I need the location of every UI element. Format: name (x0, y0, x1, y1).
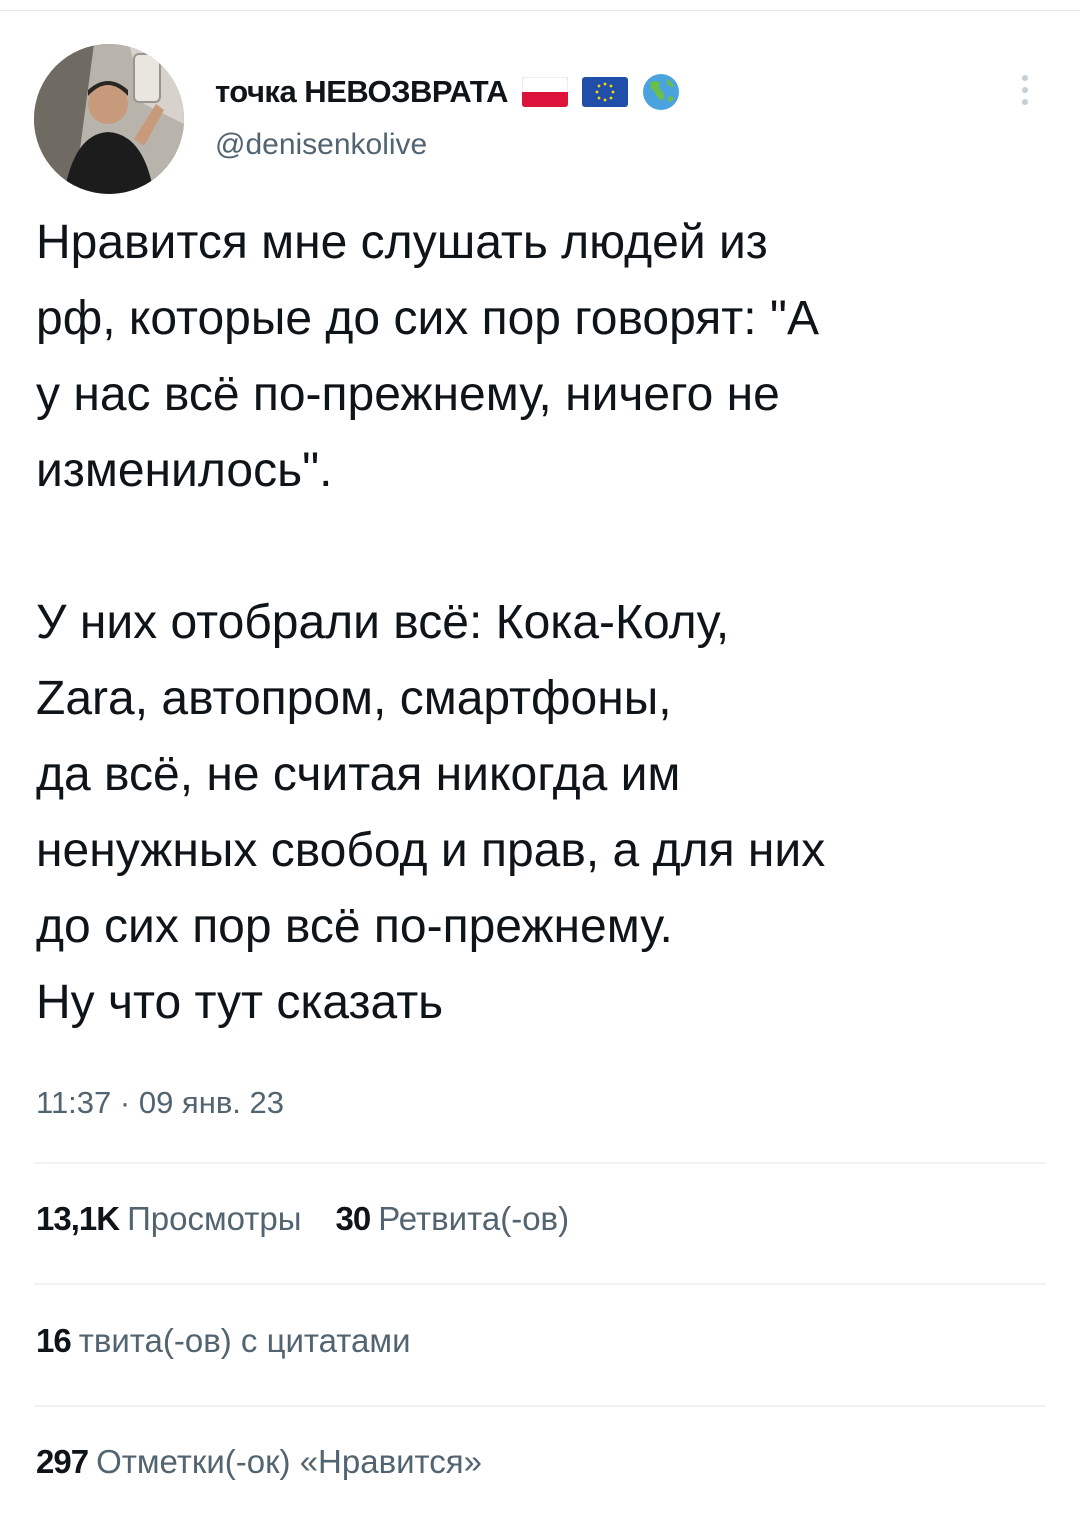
likes-count[interactable]: 297 (36, 1443, 89, 1481)
views-count: 13,1K (36, 1200, 120, 1237)
user-handle[interactable]: @denisenkolive (215, 128, 680, 162)
tweet-text: Нравится мне слушать людей из рф, которы… (36, 205, 1056, 1041)
eu-flag-icon (582, 77, 629, 107)
display-name[interactable]: точка НЕВОЗВРАТА (215, 74, 509, 110)
author-block: точка НЕВОЗВРАТА @denisenkolive (215, 70, 680, 162)
likes-label[interactable]: Отметки(-ок) «Нравится» (96, 1443, 482, 1481)
tweet-paragraph-1: Нравится мне слушать людей из рф, которы… (36, 216, 819, 497)
quotes-label[interactable]: твита(-ов) с цитатами (79, 1322, 411, 1360)
top-divider (0, 10, 1080, 11)
tweet-paragraph-2: У них отобрали всё: Кока-Колу, Zara, авт… (36, 596, 826, 1029)
stats-row-quotes[interactable]: 16 твита(-ов) с цитатами (36, 1322, 411, 1360)
more-options-icon[interactable] (1015, 72, 1035, 108)
globe-icon (642, 73, 680, 111)
divider-3 (34, 1405, 1046, 1407)
avatar[interactable] (34, 44, 184, 194)
stats-row-views-retweets: 13,1K Просмотры 30 Ретвита(-ов) (36, 1200, 569, 1238)
views-label: Просмотры (127, 1200, 302, 1237)
stats-row-likes[interactable]: 297 Отметки(-ок) «Нравится» (36, 1443, 482, 1481)
retweets-count[interactable]: 30 (336, 1200, 372, 1238)
display-name-row: точка НЕВОЗВРАТА (215, 70, 680, 114)
retweets-label[interactable]: Ретвита(-ов) (378, 1200, 569, 1238)
divider-2 (34, 1283, 1046, 1285)
poland-flag-icon (522, 77, 569, 107)
quotes-count[interactable]: 16 (36, 1322, 72, 1360)
tweet-timestamp[interactable]: 11:37 · 09 янв. 23 (36, 1085, 284, 1121)
divider-1 (34, 1162, 1046, 1164)
